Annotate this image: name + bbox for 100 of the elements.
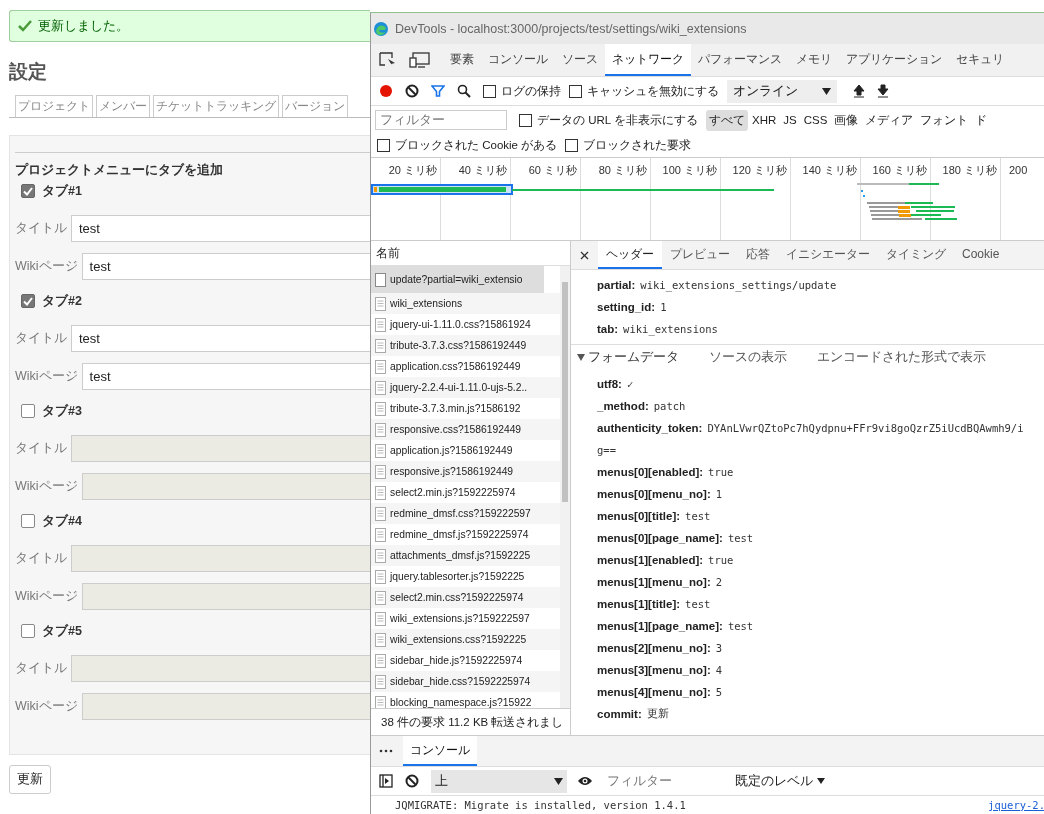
filter-field[interactable]: フィルター (375, 110, 507, 130)
log-level-select[interactable]: 既定のレベル (735, 772, 825, 790)
document-icon (375, 338, 386, 353)
tool-tab[interactable]: ソース (555, 44, 605, 76)
wiki-page-field[interactable] (81, 473, 370, 500)
request-row[interactable]: redmine_dmsf.css?159222597 (371, 503, 560, 524)
title-field[interactable]: test (71, 215, 370, 242)
device-icon[interactable] (409, 52, 431, 68)
type-filter-button[interactable]: ド (972, 109, 991, 131)
checkbox[interactable] (21, 514, 35, 528)
drawer-tab[interactable]: コンソール (403, 736, 477, 766)
checkbox-label: ログの保持 (501, 83, 561, 99)
param-value: 更新 (646, 707, 669, 721)
request-row[interactable]: select2.min.css?1592225974 (371, 587, 560, 608)
tab-label: タブ#2 (42, 292, 82, 310)
param-value: true (708, 554, 734, 566)
detail-tab[interactable]: ヘッダー (598, 241, 662, 269)
settings-tab[interactable]: バージョン (282, 95, 348, 117)
filter-icon[interactable] (431, 84, 445, 98)
field-label: タイトル (15, 330, 67, 347)
param-name: menus[0][menu_no]: (597, 488, 711, 500)
wiki-page-field[interactable] (81, 693, 370, 720)
title-field[interactable] (71, 655, 370, 682)
tool-tab[interactable]: ネットワーク (605, 44, 691, 76)
checkbox[interactable] (483, 84, 496, 98)
type-filter-button[interactable]: フォント (917, 109, 972, 131)
request-row[interactable]: responsive.css?1586192449 (371, 419, 560, 440)
download-icon[interactable] (877, 84, 889, 98)
wiki-page-field[interactable]: test (81, 363, 370, 390)
sidebar-icon[interactable] (379, 774, 393, 788)
type-filter-button[interactable]: XHR (749, 111, 780, 129)
time-tick-label: 60 ミリ秒 (527, 162, 578, 178)
checkbox[interactable] (21, 404, 35, 418)
detail-tab[interactable]: Cookie (954, 241, 1008, 269)
tool-tab[interactable]: アプリケーション (839, 44, 949, 76)
context-select[interactable]: 上 (431, 769, 567, 793)
type-filter-button[interactable]: 画像 (831, 109, 862, 131)
detail-tab[interactable]: イニシエーター (778, 241, 878, 269)
checkbox[interactable] (377, 139, 390, 152)
type-filter-button[interactable]: JS (780, 111, 800, 129)
request-row[interactable]: tribute-3.7.3.css?1586192449 (371, 335, 560, 356)
upload-icon[interactable] (853, 84, 865, 98)
request-row[interactable]: wiki_extensions.css?1592225 (371, 629, 560, 650)
detail-tab[interactable]: 応答 (738, 241, 778, 269)
view-link[interactable]: エンコードされた形式で表示 (817, 348, 986, 366)
clear-icon[interactable] (405, 774, 419, 788)
view-link[interactable]: ソースの表示 (709, 348, 787, 366)
title-field[interactable] (71, 435, 370, 462)
source-link[interactable]: jquery-2. (988, 799, 1044, 811)
clear-icon[interactable] (405, 84, 419, 98)
inspect-icon[interactable] (379, 52, 397, 68)
checkbox[interactable] (21, 294, 35, 308)
scrollbar[interactable] (560, 266, 570, 708)
request-row[interactable]: jquery-2.2.4-ui-1.11.0-ujs-5.2.. (371, 377, 560, 398)
param-value: patch (653, 400, 686, 412)
request-row[interactable]: update?partial=wiki_extensio (371, 266, 544, 293)
param-name: authenticity_token: (597, 422, 703, 434)
request-row[interactable]: attachments_dmsf.js?1592225 (371, 545, 560, 566)
title-field[interactable] (71, 545, 370, 572)
flash-text: 更新しました。 (38, 17, 129, 35)
throttle-select[interactable]: オンライン (727, 79, 837, 103)
section-toggle[interactable]: フォームデータ (577, 348, 679, 366)
param-name: menus[1][enabled]: (597, 554, 704, 566)
record-icon[interactable] (379, 84, 393, 98)
tool-tab[interactable]: コンソール (481, 44, 555, 76)
tool-tab[interactable]: パフォーマンス (691, 44, 789, 76)
checkbox[interactable] (21, 184, 35, 198)
tool-tab[interactable]: 要素 (443, 44, 481, 76)
param-name: utf8: (597, 378, 622, 390)
more-icon[interactable] (379, 749, 393, 753)
detail-tab[interactable]: プレビュー (662, 241, 738, 269)
detail-tab[interactable]: タイミング (878, 241, 954, 269)
type-filter-button[interactable]: CSS (800, 111, 831, 129)
title-field[interactable]: test (71, 325, 370, 352)
update-button[interactable]: 更新 (9, 765, 51, 794)
request-row[interactable]: wiki_extensions (371, 293, 560, 314)
request-row[interactable]: sidebar_hide.css?1592225974 (371, 671, 560, 692)
param-value: test (727, 532, 754, 544)
settings-tab[interactable]: チケットトラッキング (153, 95, 279, 117)
tool-tab[interactable]: セキュリ (949, 44, 1011, 76)
param-value: test (685, 510, 711, 522)
tool-tab[interactable]: メモリ (789, 44, 839, 76)
checkbox[interactable] (565, 139, 579, 152)
request-row[interactable]: responsive.js?1586192449 (371, 461, 560, 482)
wiki-page-field[interactable] (81, 583, 370, 610)
settings-tab[interactable]: プロジェクト (15, 95, 93, 117)
eye-icon[interactable] (577, 775, 593, 787)
checkbox[interactable] (519, 113, 532, 127)
param-value: 3 (715, 642, 723, 654)
param-value: 5 (715, 686, 723, 698)
document-icon (375, 506, 386, 521)
checkbox[interactable] (21, 624, 35, 638)
field-label: タイトル (15, 220, 67, 237)
search-icon[interactable] (457, 84, 471, 98)
settings-tab[interactable]: メンバー (96, 95, 150, 117)
wiki-page-field[interactable]: test (81, 253, 370, 280)
param-name: menus[1][title]: (597, 598, 681, 610)
type-filter-button[interactable]: すべて (706, 109, 748, 131)
type-filter-button[interactable]: メディア (862, 109, 917, 131)
checkbox[interactable] (569, 84, 582, 98)
